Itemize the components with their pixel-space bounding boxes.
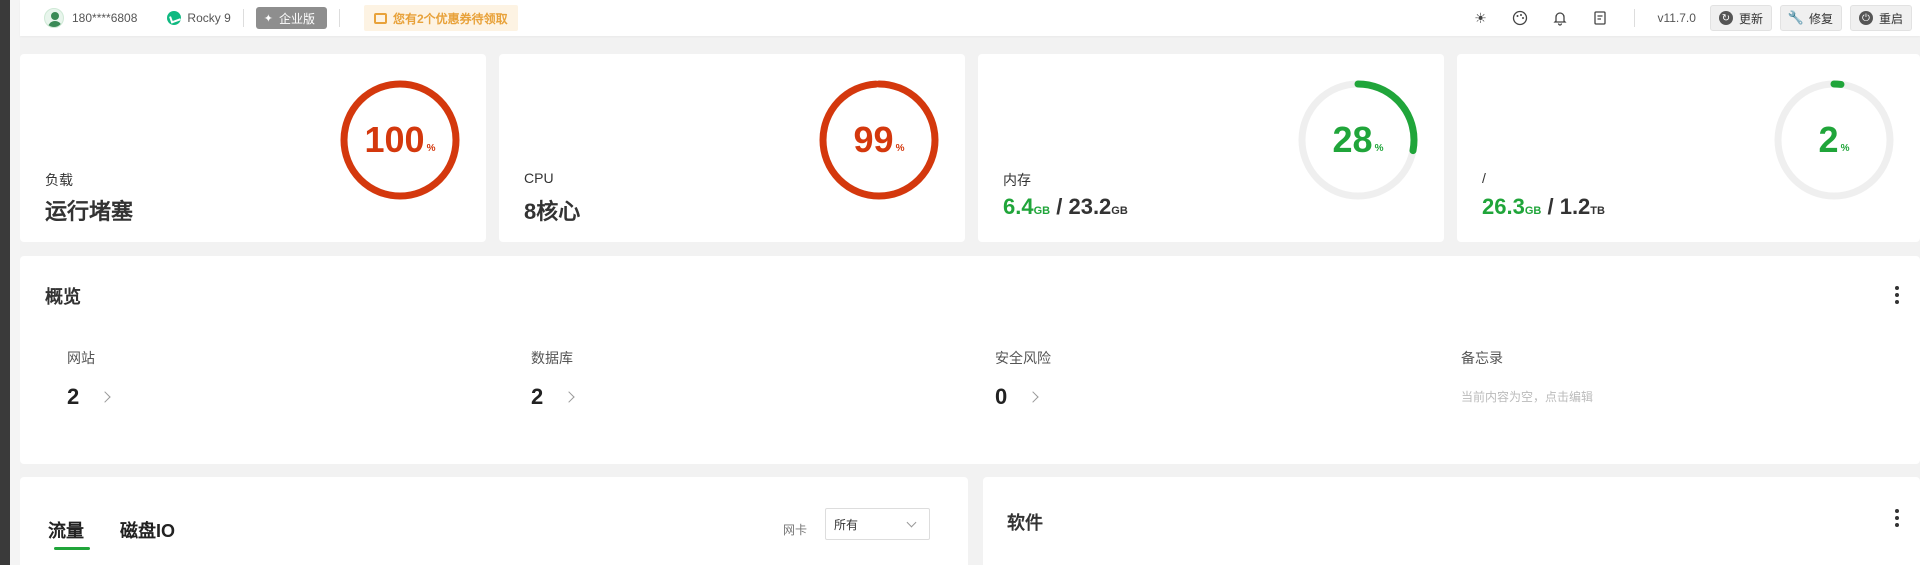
coupon-promo-link[interactable]: 您有2个优惠券待领取 [364,5,518,31]
power-icon: ⏻ [1858,11,1873,25]
disk-mount-label: / [1482,170,1486,186]
more-options-icon[interactable] [1895,509,1899,527]
memory-usage: 6.4GB / 23.2GB [1003,194,1128,219]
security-risks-label: 安全风险 [995,350,1051,366]
memory-percent: 28% [1332,119,1384,160]
chevron-right-icon [563,391,575,403]
traffic-panel: 流量 磁盘IO 网卡 所有 [20,477,968,565]
overview-panel: 概览 网站 2 数据库 2 安全风险 0 备忘录 当前内容为空，点击编辑 [20,256,1920,464]
load-label: 负载 [45,172,73,188]
divider [1634,9,1636,27]
websites-label: 网站 [67,350,95,366]
disk-used: 26.3 [1482,194,1525,219]
tab-disk-io[interactable]: 磁盘IO [120,517,175,543]
restart-button[interactable]: ⏻ 重启 [1849,5,1912,31]
cpu-cores: 8核心 [524,199,581,224]
disk-percent: 2% [1818,119,1850,160]
more-options-icon[interactable] [1895,286,1899,304]
top-bar: 180****6808 Rocky 9 ✦ 企业版 您有2个优惠券待领取 ☀ v… [20,0,1920,36]
load-card[interactable]: 100% 负载 运行堵塞 [20,54,486,242]
rocky-os-icon [167,11,182,25]
palette-icon[interactable] [1512,10,1528,26]
memo-label: 备忘录 [1461,350,1503,366]
bell-icon[interactable] [1552,10,1568,26]
nic-select[interactable]: 所有 [825,508,930,540]
overview-security-risks[interactable]: 安全风险 0 [995,348,1051,409]
cpu-card[interactable]: 99% CPU 8核心 [499,54,965,242]
databases-label: 数据库 [531,350,573,366]
cpu-label: CPU [524,170,554,186]
disk-usage: 26.3GB / 1.2TB [1482,194,1605,219]
user-avatar-icon[interactable] [44,8,64,28]
memory-total: 23.2 [1068,194,1112,219]
restart-label: 重启 [1878,11,1903,26]
memory-label: 内存 [1003,172,1031,188]
wrench-icon: 🔧 [1787,10,1805,25]
overview-databases[interactable]: 数据库 2 [531,348,575,409]
repair-label: 修复 [1808,11,1833,26]
load-percent: 100% [364,119,436,160]
load-status: 运行堵塞 [45,199,134,224]
divider [339,9,340,27]
overview-websites[interactable]: 网站 2 [67,348,111,409]
update-button[interactable]: ↻ 更新 [1709,5,1772,31]
window-edge [0,0,10,565]
chevron-right-icon [99,391,111,403]
chevron-right-icon [1027,391,1039,403]
leaf-icon: ✦ [263,12,273,25]
panel-version: v11.7.0 [1657,11,1696,25]
coupon-promo-text: 您有2个优惠券待领取 [393,11,508,26]
nic-label: 网卡 [783,523,808,537]
websites-count: 2 [67,384,80,409]
repair-button[interactable]: 🔧 修复 [1779,5,1842,31]
security-risks-count: 0 [995,384,1008,409]
active-tab-indicator [54,547,90,550]
memory-used: 6.4 [1003,194,1034,219]
software-title: 软件 [1007,513,1043,533]
edition-badge[interactable]: ✦ 企业版 [255,7,327,29]
disk-total: 1.2 [1559,194,1591,219]
notes-icon[interactable] [1592,10,1608,26]
databases-count: 2 [531,384,544,409]
window-gutter [10,0,20,565]
coupon-icon [374,12,387,24]
os-name: Rocky 9 [187,11,231,25]
refresh-icon: ↻ [1718,11,1733,25]
edition-label: 企业版 [278,11,315,26]
cpu-percent: 99% [853,119,905,160]
chevron-down-icon [906,517,917,528]
overview-memo: 备忘录 [1461,348,1503,368]
software-panel: 软件 推荐 推荐 推荐 [983,477,1920,565]
memo-placeholder[interactable]: 当前内容为空，点击编辑 [1461,388,1593,405]
tab-traffic[interactable]: 流量 [48,517,84,543]
nic-selected-value: 所有 [834,517,859,532]
theme-icon[interactable]: ☀ [1472,10,1488,26]
memory-card[interactable]: 28% 内存 6.4GB / 23.2GB [978,54,1444,242]
overview-title: 概览 [45,287,81,307]
update-label: 更新 [1738,11,1763,26]
user-account[interactable]: 180****6808 [72,11,137,25]
divider [242,9,244,27]
disk-card[interactable]: 2% / 26.3GB / 1.2TB [1457,54,1920,242]
